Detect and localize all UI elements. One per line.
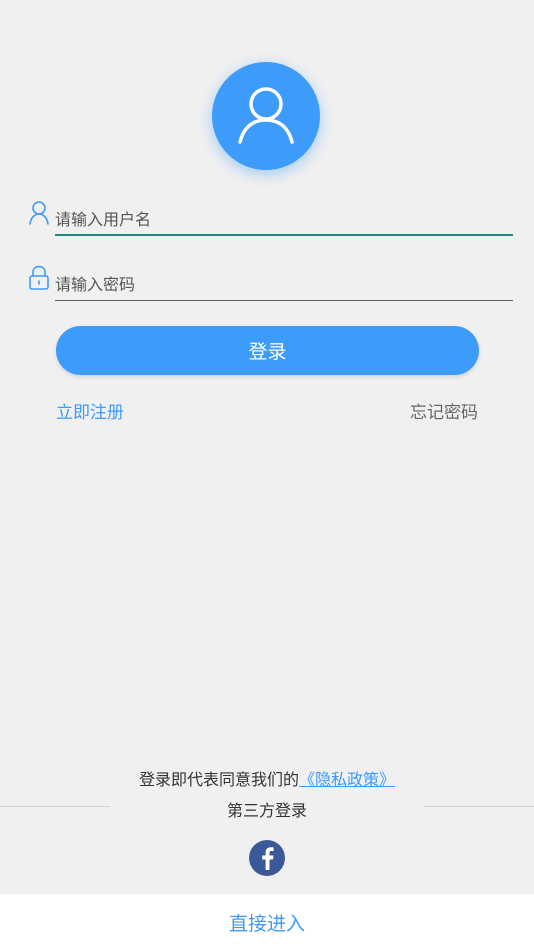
facebook-icon xyxy=(262,847,274,870)
direct-enter-label: 直接进入 xyxy=(228,912,305,935)
login-button[interactable]: 登录 xyxy=(56,326,479,375)
login-screen: 登录 立即注册 忘记密码 登录即代表同意我们的《隐私政策》 第三方登录 直接进入 xyxy=(0,0,534,950)
password-field xyxy=(28,265,513,301)
lock-icon xyxy=(29,265,49,290)
third-party-title: 第三方登录 xyxy=(226,801,307,820)
facebook-login-button[interactable] xyxy=(249,840,285,876)
password-underline xyxy=(55,300,513,301)
forgot-password-link[interactable]: 忘记密码 xyxy=(410,398,478,423)
username-underline xyxy=(55,234,513,236)
divider-right xyxy=(424,806,534,807)
avatar xyxy=(212,62,320,170)
username-input[interactable] xyxy=(55,200,513,236)
privacy-policy-link[interactable]: 《隐私政策》 xyxy=(299,770,395,789)
register-link[interactable]: 立即注册 xyxy=(56,398,124,423)
user-icon xyxy=(238,87,294,144)
user-outline-icon xyxy=(29,201,49,225)
agreement-text: 登录即代表同意我们的《隐私政策》 xyxy=(0,766,534,790)
agreement-prefix: 登录即代表同意我们的 xyxy=(138,770,299,789)
password-input[interactable] xyxy=(55,265,513,301)
username-field xyxy=(28,200,513,236)
direct-enter-bar[interactable]: 直接进入 xyxy=(0,894,534,950)
